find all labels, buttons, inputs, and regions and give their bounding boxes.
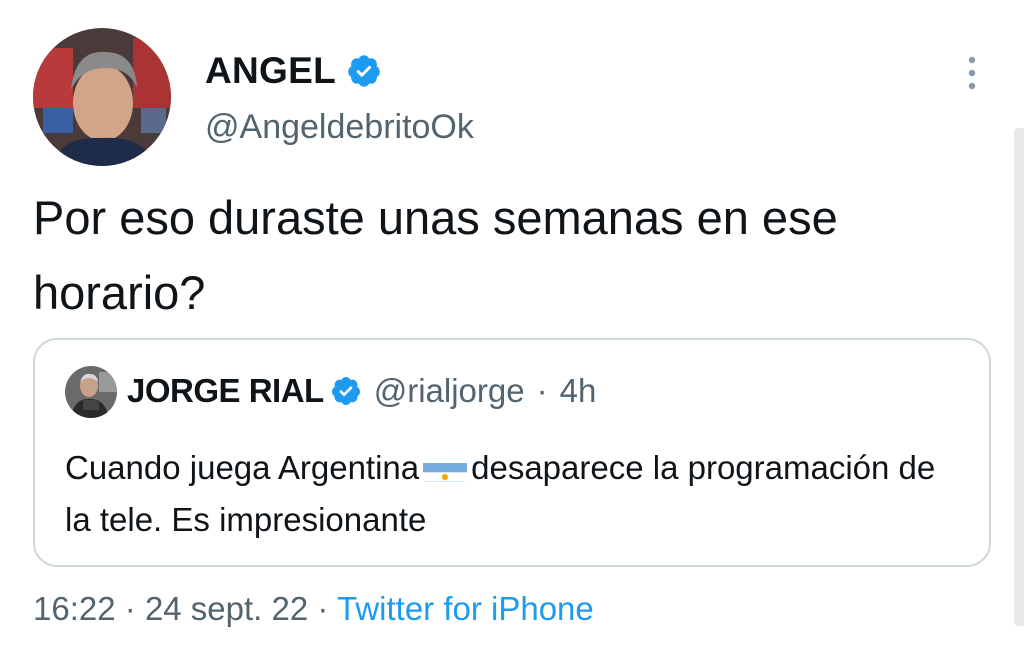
author-display-name[interactable]: ANGEL bbox=[205, 50, 336, 92]
quoted-tweet-age[interactable]: 4h bbox=[560, 372, 597, 410]
meta-separator: · bbox=[536, 372, 548, 409]
quoted-author-handle[interactable]: @rialjorge bbox=[374, 372, 525, 410]
quoted-author-avatar[interactable] bbox=[65, 366, 117, 418]
author-avatar[interactable] bbox=[33, 28, 171, 166]
scrollbar[interactable] bbox=[1014, 128, 1024, 626]
quoted-author-display-name[interactable]: JORGE RIAL bbox=[127, 372, 324, 410]
verified-badge-icon bbox=[348, 55, 380, 87]
quoted-tweet-header: JORGE RIAL @rialjorge · 4h bbox=[127, 372, 596, 410]
author-name-row: ANGEL bbox=[205, 50, 382, 92]
quoted-text-part-1: Cuando juega Argentina bbox=[65, 449, 420, 486]
quoted-author-avatar-image bbox=[65, 366, 117, 418]
author-avatar-image bbox=[33, 28, 171, 166]
meta-separator: · bbox=[124, 590, 136, 627]
tweet-meta-row: 16:22 · 24 sept. 22 · Twitter for iPhone bbox=[33, 590, 594, 628]
verified-badge-icon bbox=[331, 377, 360, 405]
author-handle[interactable]: @AngeldebritoOk bbox=[205, 108, 474, 147]
tweet-source-link[interactable]: Twitter for iPhone bbox=[337, 590, 594, 627]
more-options-icon[interactable] bbox=[966, 55, 978, 91]
tweet-text: Por eso duraste unas semanas en ese hora… bbox=[33, 191, 838, 319]
quoted-tweet-text: Cuando juega Argentina desaparece la prog… bbox=[65, 442, 965, 546]
quoted-tweet-card[interactable]: JORGE RIAL @rialjorge · 4h Cuando juega … bbox=[33, 338, 991, 567]
tweet-time[interactable]: 16:22 bbox=[33, 590, 116, 627]
meta-separator: · bbox=[317, 590, 329, 627]
argentina-flag-icon bbox=[423, 454, 468, 482]
tweet-date[interactable]: 24 sept. 22 bbox=[145, 590, 308, 627]
